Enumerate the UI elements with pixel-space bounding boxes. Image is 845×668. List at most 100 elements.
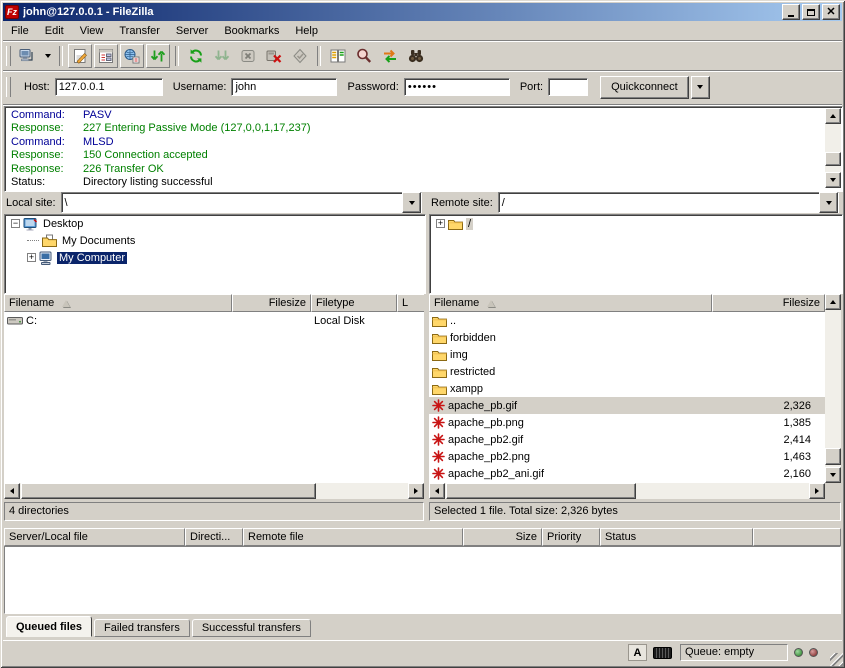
directory-comparison-button[interactable] xyxy=(326,44,350,68)
abort-button[interactable] xyxy=(288,44,312,68)
scroll-right-button[interactable] xyxy=(408,483,424,499)
remote-site-combo[interactable]: / xyxy=(498,192,839,213)
column-header-size[interactable]: Size xyxy=(463,528,542,546)
scroll-up-button[interactable] xyxy=(825,294,841,310)
collapse-minus-icon[interactable]: − xyxy=(11,219,20,228)
toggle-log-button[interactable] xyxy=(68,44,92,68)
remote-file-list: FilenameFilesize ..forbiddenimgrestricte… xyxy=(429,294,841,499)
file-row-forbidden[interactable]: forbidden xyxy=(429,329,825,346)
scroll-right-button[interactable] xyxy=(809,483,825,499)
remote-vscrollbar[interactable] xyxy=(825,294,841,483)
remote-directory-tree[interactable]: +/ xyxy=(429,214,843,294)
toggle-queue-button[interactable] xyxy=(146,44,170,68)
file-row-img[interactable]: img xyxy=(429,346,825,363)
host-input[interactable] xyxy=(55,78,163,96)
filter-button[interactable] xyxy=(404,44,428,68)
minimize-button[interactable] xyxy=(782,4,800,20)
file-row-apache-pb-gif[interactable]: apache_pb.gif2,326 xyxy=(429,397,825,414)
local-list-body[interactable]: C:Local Disk xyxy=(4,312,424,483)
file-row-apache-pb2-png[interactable]: apache_pb2.png1,463 xyxy=(429,448,825,465)
menu-item-file[interactable]: File xyxy=(3,23,37,39)
tree-item-desktop[interactable]: −Desktop xyxy=(5,215,425,232)
quickconnect-dropdown-button[interactable] xyxy=(691,76,710,99)
column-header-filename[interactable]: Filename xyxy=(429,294,712,312)
scroll-thumb[interactable] xyxy=(446,483,636,499)
column-header-priority[interactable]: Priority xyxy=(542,528,600,546)
tree-item-my-documents[interactable]: My Documents xyxy=(5,232,425,249)
toolbar-grip[interactable] xyxy=(6,46,11,66)
tree-item-my-computer[interactable]: +My Computer xyxy=(5,249,425,266)
file-row-restricted[interactable]: restricted xyxy=(429,363,825,380)
port-input[interactable] xyxy=(548,78,588,96)
quickconnect-button[interactable]: Quickconnect xyxy=(600,76,689,99)
password-input[interactable] xyxy=(404,78,510,96)
file-row-xampp[interactable]: xampp xyxy=(429,380,825,397)
file-row-apache-pb2-gif[interactable]: apache_pb2.gif2,414 xyxy=(429,431,825,448)
message-log[interactable]: Command:PASVResponse:227 Entering Passiv… xyxy=(7,109,825,189)
remote-hscrollbar[interactable] xyxy=(429,483,825,499)
expand-plus-icon[interactable]: + xyxy=(27,253,36,262)
scroll-left-button[interactable] xyxy=(429,483,445,499)
column-header-filesize[interactable]: Filesize xyxy=(712,294,825,312)
scroll-down-button[interactable] xyxy=(825,467,841,483)
file-row-apache-pb-png[interactable]: apache_pb.png1,385 xyxy=(429,414,825,431)
scroll-down-button[interactable] xyxy=(825,172,841,188)
scroll-left-button[interactable] xyxy=(4,483,20,499)
menu-item-bookmarks[interactable]: Bookmarks xyxy=(216,23,287,39)
disconnect-button[interactable] xyxy=(262,44,286,68)
file-row-apache-pb2-ani-gif[interactable]: apache_pb2_ani.gif2,160 xyxy=(429,465,825,482)
file-row-item[interactable]: .. xyxy=(429,312,825,329)
documents-folder-icon xyxy=(42,234,57,247)
resize-grip[interactable] xyxy=(830,653,843,666)
site-manager-dropdown-button[interactable] xyxy=(41,44,54,68)
log-text: 227 Entering Passive Mode (127,0,0,1,17,… xyxy=(83,122,310,134)
log-scrollbar[interactable] xyxy=(825,108,841,188)
refresh-button[interactable] xyxy=(184,44,208,68)
column-header-remote-file[interactable]: Remote file xyxy=(243,528,463,546)
synchronized-browsing-button[interactable] xyxy=(378,44,402,68)
abort-icon xyxy=(291,47,309,65)
remote-list-body[interactable]: ..forbiddenimgrestrictedxamppapache_pb.g… xyxy=(429,312,825,483)
column-header-filetype[interactable]: Filetype xyxy=(311,294,397,312)
transfer-type-ascii-icon[interactable]: A xyxy=(628,644,647,661)
chevron-down-icon[interactable] xyxy=(402,192,421,213)
scroll-thumb[interactable] xyxy=(825,448,841,465)
column-header-l[interactable]: L xyxy=(397,294,424,312)
scroll-thumb[interactable] xyxy=(21,483,316,499)
column-header-filename[interactable]: Filename xyxy=(4,294,232,312)
local-site-combo[interactable]: \ xyxy=(61,192,422,213)
menu-item-help[interactable]: Help xyxy=(287,23,326,39)
process-queue-button[interactable] xyxy=(210,44,234,68)
column-header-directi[interactable]: Directi... xyxy=(185,528,243,546)
toggle-local-tree-button[interactable] xyxy=(94,44,118,68)
file-row-c[interactable]: C:Local Disk xyxy=(4,312,424,329)
chevron-down-icon[interactable] xyxy=(819,192,838,213)
quickconnect-grip[interactable] xyxy=(6,77,11,97)
scroll-thumb[interactable] xyxy=(825,152,841,166)
username-input[interactable] xyxy=(231,78,337,96)
menu-item-edit[interactable]: Edit xyxy=(37,23,72,39)
toggle-remote-tree-button[interactable] xyxy=(120,44,144,68)
local-directory-tree[interactable]: −DesktopMy Documents+My Computer xyxy=(4,214,426,294)
menu-item-server[interactable]: Server xyxy=(168,23,216,39)
column-header-status[interactable]: Status xyxy=(600,528,753,546)
column-header-filesize[interactable]: Filesize xyxy=(232,294,311,312)
site-manager-button[interactable] xyxy=(15,44,39,68)
local-hscrollbar[interactable] xyxy=(4,483,424,499)
tree-item-item[interactable]: +/ xyxy=(430,215,842,232)
tab-successful-transfers[interactable]: Successful transfers xyxy=(192,619,311,637)
menu-item-transfer[interactable]: Transfer xyxy=(111,23,168,39)
expand-plus-icon[interactable]: + xyxy=(436,219,445,228)
close-button[interactable]: ✕ xyxy=(822,4,840,20)
cancel-button[interactable] xyxy=(236,44,260,68)
speed-limit-icon[interactable] xyxy=(653,647,672,659)
column-header-server-local-file[interactable]: Server/Local file xyxy=(4,528,185,546)
maximize-button[interactable] xyxy=(802,4,820,20)
tab-queued-files[interactable]: Queued files xyxy=(6,616,92,637)
tab-failed-transfers[interactable]: Failed transfers xyxy=(94,619,190,637)
title-bar[interactable]: Fz john@127.0.0.1 - FileZilla ✕ xyxy=(3,3,842,21)
find-files-button[interactable] xyxy=(352,44,376,68)
queue-body[interactable] xyxy=(4,546,841,614)
menu-item-view[interactable]: View xyxy=(72,23,112,39)
scroll-up-button[interactable] xyxy=(825,108,841,124)
